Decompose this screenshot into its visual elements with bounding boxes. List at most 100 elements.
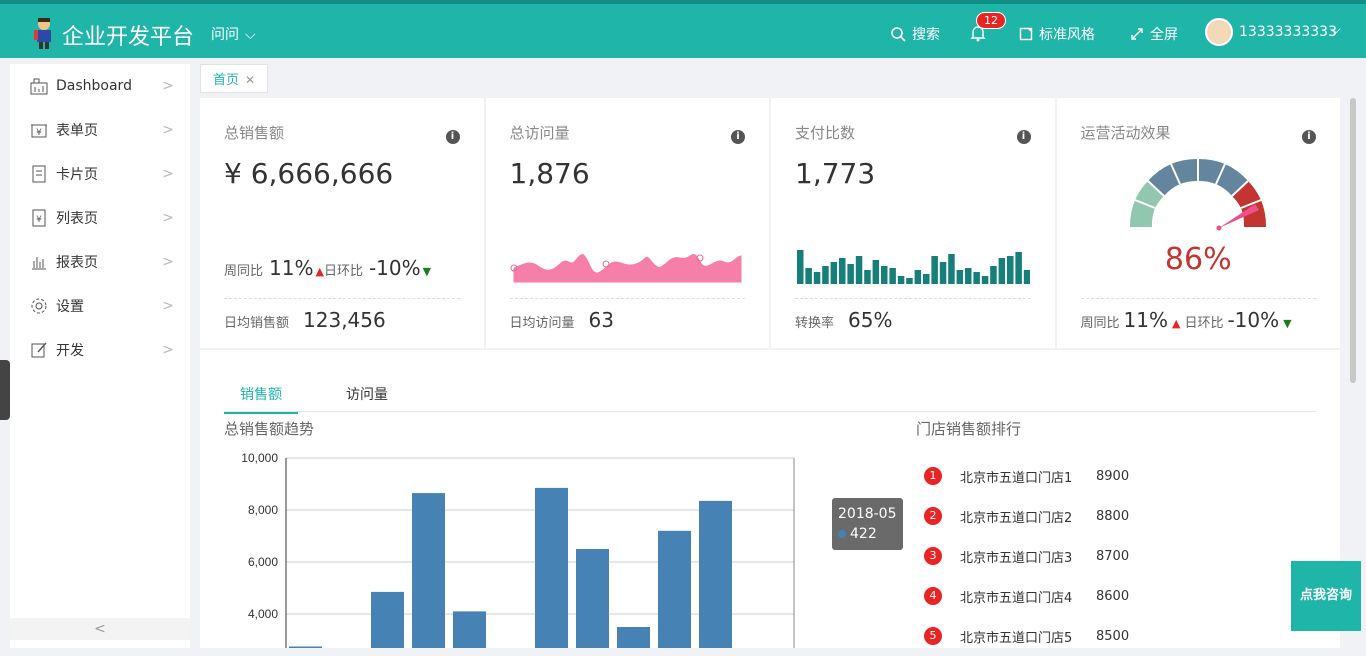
search-button[interactable]: 搜索	[890, 24, 940, 44]
tab-home-label: 首页	[213, 73, 240, 88]
search-label: 搜索	[912, 27, 940, 43]
arrow-up-icon: ▲	[1171, 317, 1181, 330]
sidebar-item-label: 列表页	[56, 211, 98, 227]
rank-number: 3	[924, 547, 942, 565]
sidebar-item-report[interactable]: 报表页 >	[10, 240, 190, 284]
week-label: 周同比	[1080, 316, 1120, 331]
week-value: 11%	[269, 256, 314, 280]
spark-bar	[805, 268, 812, 284]
info-icon[interactable]: i	[1302, 130, 1316, 144]
report-icon	[30, 253, 48, 271]
card-ops: 运营活动效果 i 86% 周同比 11% ▲ 日环比 -10% ▼	[1056, 98, 1340, 348]
tab-sales[interactable]: 销售额	[224, 384, 298, 414]
avatar[interactable]	[1205, 18, 1233, 46]
y-tick-label: 10,000	[241, 451, 278, 465]
logo-icon	[34, 18, 51, 49]
tab-visits[interactable]: 访问量	[346, 384, 388, 404]
spark-bar	[965, 268, 972, 284]
store-value: 8700	[1096, 548, 1130, 564]
spark-bar	[864, 270, 871, 284]
page-scrollbar[interactable]	[1350, 98, 1356, 383]
store-name: 北京市五道口门店2	[960, 510, 1073, 526]
edit-icon	[30, 341, 48, 359]
card-footer: 周同比 11% ▲ 日环比 -10% ▼	[1081, 308, 1292, 332]
menu-wenwen[interactable]: 问问 ⌵	[211, 24, 256, 44]
chart-bar[interactable]	[658, 530, 691, 648]
ops-gauge	[1130, 158, 1267, 231]
sidebar-item-dev[interactable]: 开发 >	[10, 328, 190, 372]
sidebar-collapse-button[interactable]: <	[10, 618, 190, 640]
chart-bar[interactable]	[617, 627, 650, 648]
tab-home[interactable]: 首页 ✕	[200, 64, 269, 93]
spark-bar	[822, 266, 829, 284]
spark-bar	[948, 254, 955, 284]
sidebar-item-dashboard[interactable]: Dashboard >	[10, 64, 190, 108]
sidebar-item-label: 报表页	[56, 255, 98, 271]
day-value: -10%	[368, 256, 421, 280]
store-name: 北京市五道口门店5	[960, 630, 1073, 646]
list-item: 1 北京市五道口门店1 8900	[924, 456, 1129, 496]
chart-bar[interactable]	[412, 493, 445, 648]
info-icon[interactable]: i	[1016, 130, 1031, 144]
card-footer: 转换率 65%	[795, 308, 892, 332]
footer-value: 63	[588, 308, 614, 332]
spark-bar	[923, 274, 930, 284]
chevron-right-icon: >	[162, 166, 174, 182]
chart-tooltip: 2018-05 422	[832, 498, 903, 550]
chart-bar[interactable]	[576, 549, 609, 648]
chevron-right-icon: >	[162, 210, 174, 226]
sidebar-item-list[interactable]: ¥ 列表页 >	[10, 196, 190, 240]
chart-bar[interactable]	[453, 611, 486, 648]
sidebar-item-settings[interactable]: 设置 >	[10, 284, 190, 328]
theme-icon	[1019, 27, 1033, 41]
brand-title: 企业开发平台	[62, 25, 195, 50]
chart-bar[interactable]	[535, 487, 568, 648]
store-value: 8500	[1096, 628, 1130, 644]
spark-bar	[881, 266, 888, 284]
spark-bar	[998, 258, 1006, 284]
chevron-down-icon[interactable]: ⌵	[1330, 22, 1341, 38]
search-icon	[891, 27, 906, 42]
day-label: 日环比	[1184, 316, 1224, 331]
card-sales: 总销售额 i ¥ 6,666,666 周同比 11% ▲ 日环比 -10% ▼ …	[200, 98, 484, 348]
list-icon: ¥	[30, 209, 48, 227]
card-value: ¥ 6,666,666	[224, 157, 394, 190]
rank-number: 2	[924, 507, 942, 525]
style-button[interactable]: 标准风格	[1019, 24, 1095, 44]
username[interactable]: 13333333333	[1239, 24, 1337, 40]
spark-bar	[990, 266, 997, 284]
card-title: 总访问量	[509, 124, 570, 142]
sidebar-item-label: 设置	[56, 299, 84, 315]
side-drag-handle[interactable]	[0, 360, 10, 420]
sidebar-item-form[interactable]: ¥ 表单页 >	[10, 108, 190, 152]
chevron-right-icon: >	[162, 342, 174, 358]
rank-number: 1	[924, 467, 942, 485]
info-icon[interactable]: i	[731, 130, 745, 144]
arrow-up-icon: ▲	[315, 265, 324, 278]
close-icon[interactable]: ✕	[245, 73, 255, 87]
visits-area-sparkline	[510, 254, 741, 283]
spark-bar	[897, 276, 905, 284]
chart-bar[interactable]	[699, 500, 732, 648]
style-label: 标准风格	[1039, 27, 1095, 43]
info-icon[interactable]: i	[445, 130, 460, 144]
chevron-right-icon: >	[162, 298, 174, 314]
spark-bar	[914, 270, 922, 284]
sales-bar-chart: 10,000 8,000 6,000 4,000	[241, 451, 795, 648]
chart-bar[interactable]	[371, 591, 404, 648]
fullscreen-button[interactable]: 全屏	[1130, 24, 1178, 44]
card-title: 运营活动效果	[1080, 124, 1171, 142]
spark-bar	[889, 268, 896, 284]
sidebar-item-card[interactable]: 卡片页 >	[10, 152, 190, 196]
tooltip-value: 422	[850, 526, 877, 542]
divider	[224, 298, 460, 299]
footer-label: 日均销售额	[224, 316, 290, 331]
chevron-right-icon: >	[162, 254, 174, 270]
consult-button[interactable]: 点我咨询	[1291, 561, 1361, 631]
week-value: 11%	[1123, 308, 1168, 332]
week-label: 周同比	[224, 264, 264, 279]
panel-tabs: 销售额 访问量	[224, 376, 1316, 414]
sales-panel: 销售额 访问量 总销售额趋势 门店销售额排行 10,000 8,000 6,000 4…	[200, 350, 1340, 648]
card-value: 1,876	[509, 157, 590, 190]
card-icon	[30, 165, 48, 183]
